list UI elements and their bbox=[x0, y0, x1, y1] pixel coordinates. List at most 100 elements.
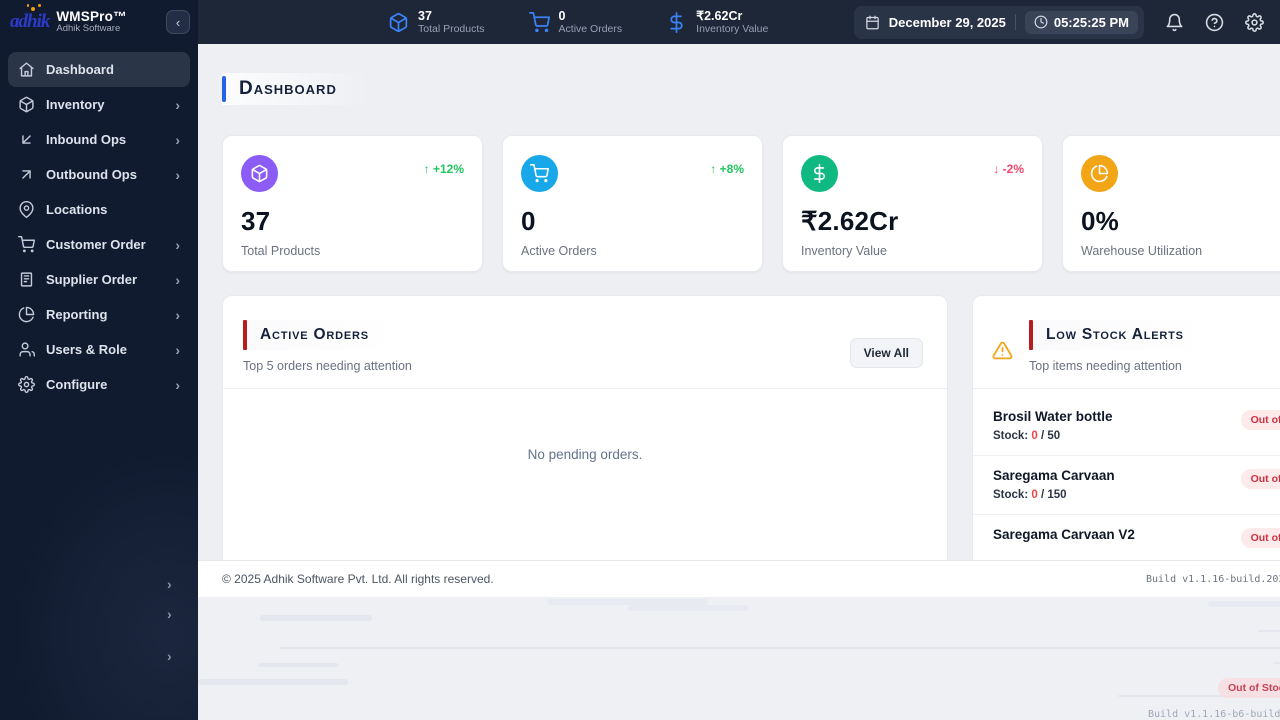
card-label: Active Orders bbox=[521, 244, 597, 258]
chevron-right-icon: › bbox=[175, 236, 180, 253]
main-content: Dashboard ↑ +12% 37 Total Products ↑ +8%… bbox=[198, 44, 1280, 720]
calendar-icon bbox=[866, 15, 879, 29]
sidebar: adhik WMSPro™ Adhik Software ‹ Dashboard… bbox=[0, 0, 198, 720]
datetime-display: December 29, 2025 05:25:25 PM bbox=[853, 5, 1144, 39]
low-stock-subtitle: Top items needing attention bbox=[1029, 359, 1182, 373]
users-icon bbox=[19, 342, 35, 357]
ghost-chevron-right-icon: › bbox=[167, 606, 172, 622]
low-stock-list: Brosil Water bottle Stock: 0 / 50 Out of… bbox=[973, 389, 1280, 562]
sidebar-item-outbound-ops[interactable]: Outbound Ops › bbox=[8, 157, 190, 192]
stock-label: Stock: bbox=[993, 430, 1029, 442]
sidebar-item-label: Inbound Ops bbox=[46, 132, 127, 147]
bell-icon bbox=[1166, 13, 1183, 31]
pie-chart-icon bbox=[1090, 164, 1109, 183]
stock-label: Stock: bbox=[993, 489, 1029, 501]
help-icon bbox=[1205, 13, 1224, 31]
stat-value: ₹2.62Cr bbox=[696, 8, 743, 23]
map-pin-icon bbox=[19, 201, 34, 218]
chevron-left-icon: ‹ bbox=[175, 14, 181, 30]
help-button[interactable] bbox=[1205, 13, 1224, 32]
ghost-build-text: Build v1.1.16-b6-build.202 bbox=[1148, 709, 1280, 720]
card-warehouse-utilization: 0% Warehouse Utilization bbox=[1062, 135, 1280, 272]
stock-total: / 50 bbox=[1040, 430, 1061, 442]
sidebar-item-customer-order[interactable]: Customer Order › bbox=[8, 227, 190, 262]
topbar-right: December 29, 2025 05:25:25 PM bbox=[853, 5, 1264, 39]
stat-value: 37 bbox=[418, 8, 432, 23]
sidebar-collapse-button[interactable]: ‹ bbox=[166, 10, 190, 34]
divider bbox=[1014, 14, 1016, 30]
date-text: December 29, 2025 bbox=[888, 14, 1006, 30]
view-all-button[interactable]: View All bbox=[849, 338, 923, 368]
card-icon-circle bbox=[801, 155, 838, 192]
topbar-stats: 37 Total Products 0 Active Orders ₹2.62C… bbox=[388, 9, 768, 35]
card-label: Inventory Value bbox=[801, 244, 887, 258]
product-name: Saregama Carvaan bbox=[993, 468, 1115, 483]
clock-icon bbox=[1034, 15, 1048, 29]
stat-value: 0 bbox=[558, 8, 566, 23]
trend-indicator: ↑ +8% bbox=[710, 162, 744, 176]
page-title: Dashboard bbox=[222, 73, 397, 105]
title-accent-bar bbox=[222, 76, 226, 102]
brand-block: WMSPro™ Adhik Software bbox=[56, 9, 126, 35]
sidebar-item-dashboard[interactable]: Dashboard bbox=[8, 52, 190, 87]
chevron-right-icon: › bbox=[175, 271, 180, 288]
arrow-up-right-icon bbox=[22, 170, 31, 179]
sidebar-item-inbound-ops[interactable]: Inbound Ops › bbox=[8, 122, 190, 157]
card-value: 37 bbox=[241, 206, 271, 236]
section-accent-bar bbox=[243, 320, 247, 350]
ghost-status-badge: Out of Stock bbox=[1218, 678, 1280, 698]
empty-state-message: No pending orders. bbox=[527, 447, 643, 462]
cart-icon bbox=[18, 236, 35, 253]
sidebar-item-label: Locations bbox=[46, 202, 108, 217]
copyright-text: © 2025 Adhik Software Pvt. Ltd. All righ… bbox=[222, 572, 494, 586]
chevron-right-icon: › bbox=[175, 131, 180, 148]
active-orders-header: Active Orders View All Top 5 orders need… bbox=[223, 296, 947, 389]
sidebar-item-label: Users & Role bbox=[46, 342, 127, 357]
sidebar-item-supplier-order[interactable]: Supplier Order › bbox=[8, 262, 190, 297]
section-title: Active Orders bbox=[243, 320, 409, 350]
card-value: 0 bbox=[521, 206, 536, 236]
stat-label: Inventory Value bbox=[696, 23, 769, 36]
card-label: Warehouse Utilization bbox=[1081, 244, 1203, 258]
sidebar-item-label: Customer Order bbox=[46, 237, 146, 252]
product-name: Brosil Water bottle bbox=[993, 409, 1113, 424]
page-title-text: Dashboard bbox=[239, 78, 337, 99]
settings-button[interactable] bbox=[1245, 12, 1264, 32]
trend-value: +12% bbox=[432, 162, 464, 176]
sidebar-item-locations[interactable]: Locations bbox=[8, 192, 190, 227]
status-badge: Out of Stock bbox=[1240, 410, 1280, 430]
trend-indicator: ↓ -2% bbox=[993, 162, 1024, 176]
sidebar-item-label: Outbound Ops bbox=[46, 167, 137, 182]
chevron-right-icon: › bbox=[175, 166, 180, 183]
card-icon-circle bbox=[521, 155, 558, 192]
stat-label: Total Products bbox=[418, 23, 485, 36]
stock-qty: 0 bbox=[1031, 430, 1038, 442]
list-item[interactable]: Saregama Carvaan Stock: 0 / 150 Out of S… bbox=[973, 456, 1280, 515]
stock-total: / 150 bbox=[1040, 489, 1067, 501]
notifications-button[interactable] bbox=[1165, 13, 1184, 32]
list-item[interactable]: Brosil Water bottle Stock: 0 / 50 Out of… bbox=[973, 397, 1280, 456]
sidebar-item-inventory[interactable]: Inventory › bbox=[8, 87, 190, 122]
section-title: Low Stock Alerts bbox=[1029, 320, 1224, 350]
footer: © 2025 Adhik Software Pvt. Ltd. All righ… bbox=[198, 560, 1280, 597]
list-item[interactable]: Saregama Carvaan V2 Out of Stock bbox=[973, 515, 1280, 562]
sidebar-item-configure[interactable]: Configure › bbox=[8, 367, 190, 402]
sidebar-item-label: Inventory bbox=[46, 97, 105, 112]
dollar-icon bbox=[670, 11, 683, 33]
topbar-stat-total-products: 37 Total Products bbox=[388, 9, 485, 35]
section-accent-bar bbox=[1029, 320, 1033, 350]
sidebar-item-label: Reporting bbox=[46, 307, 108, 322]
time-pill: 05:25:25 PM bbox=[1024, 10, 1138, 34]
chevron-right-icon: › bbox=[175, 341, 180, 358]
low-stock-title: Low Stock Alerts bbox=[1046, 326, 1184, 343]
card-icon-circle bbox=[241, 155, 278, 192]
sidebar-item-reporting[interactable]: Reporting › bbox=[8, 297, 190, 332]
sidebar-item-users-role[interactable]: Users & Role › bbox=[8, 332, 190, 367]
card-total-products: ↑ +12% 37 Total Products bbox=[222, 135, 483, 272]
arrow-down-left-icon bbox=[22, 135, 31, 144]
company-name: Adhik Software bbox=[56, 23, 121, 35]
trend-up-icon: ↑ bbox=[710, 162, 717, 176]
gear-icon bbox=[1245, 12, 1264, 32]
home-icon bbox=[19, 62, 34, 77]
dollar-icon bbox=[813, 164, 825, 183]
